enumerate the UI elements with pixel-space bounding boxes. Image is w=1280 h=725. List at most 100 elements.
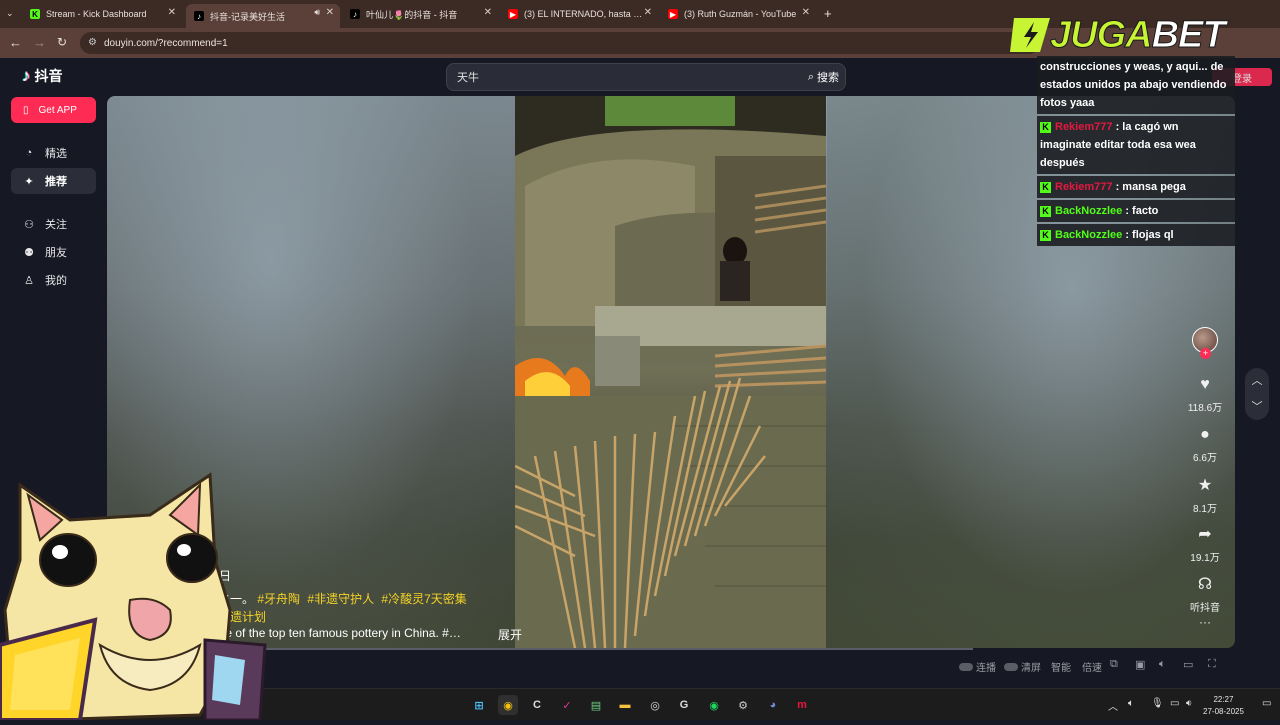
tab-title: (3) Ruth Guzmán - YouTube	[684, 9, 797, 19]
comment-button[interactable]: ● 6.6万	[1183, 426, 1227, 464]
ccleaner-icon[interactable]: C	[527, 695, 547, 715]
sidebar-item-label: 关注	[45, 219, 67, 231]
share-arrow-icon: ➦	[1198, 526, 1212, 543]
douyin-icon: ♪	[350, 9, 360, 19]
file-explorer-icon[interactable]: ▬	[615, 695, 635, 715]
more-button[interactable]: ···	[1183, 615, 1227, 629]
expand-caption-button[interactable]: 展开	[498, 626, 522, 643]
cat-mascot-overlay	[0, 470, 272, 722]
close-tab-icon[interactable]: ✕	[484, 7, 492, 18]
hashtag-link[interactable]: #冷酸灵7天密集	[381, 592, 466, 606]
youtube-icon: ▶	[508, 9, 518, 19]
douyin-logo[interactable]: ♪ 抖音	[22, 66, 63, 86]
tab-youtube-internado[interactable]: ▶ (3) EL INTERNADO, hasta el mó ✕	[500, 4, 658, 24]
windows-start-icon[interactable]: ⊞	[469, 695, 489, 715]
douyin-note-icon: ♪	[22, 66, 31, 85]
app-icon[interactable]: ✓	[557, 695, 577, 715]
chat-message: K BackNozzlee : flojas ql	[1037, 224, 1235, 246]
network-icon[interactable]: ▭	[1170, 698, 1179, 709]
like-count: 118.6万	[1187, 403, 1223, 414]
notification-icon[interactable]: ▭	[1262, 698, 1271, 709]
toggle-switch	[959, 662, 973, 671]
site-info-icon[interactable]: ⚙	[88, 37, 97, 48]
brand-right: BET	[1151, 14, 1226, 57]
hashtag-link[interactable]: #非遗守护人	[307, 592, 374, 606]
show-hidden-icons-icon[interactable]: ︿	[1108, 698, 1118, 713]
speaker-tray-icon[interactable]: 🔈︎	[1128, 698, 1134, 709]
smart-quality-button[interactable]: 智能	[1051, 659, 1071, 674]
speaker-icon[interactable]: 🔊︎	[314, 7, 320, 18]
danmaku-icon[interactable]: ▭	[1183, 658, 1193, 671]
volume-tray-icon[interactable]: 🔉︎	[1186, 698, 1192, 709]
forward-arrow-icon[interactable]: →	[33, 35, 46, 50]
close-tab-icon[interactable]: ✕	[802, 7, 810, 18]
kick-icon: K	[1040, 205, 1051, 217]
close-tab-icon[interactable]: ✕	[644, 7, 652, 18]
new-tab-button[interactable]: +	[824, 6, 832, 21]
sidebar-item-label: 朋友	[45, 247, 67, 259]
discord-icon[interactable]: ◕	[763, 695, 783, 715]
listen-label: 听抖音	[1190, 603, 1220, 614]
tab-title: (3) EL INTERNADO, hasta el mó	[524, 9, 644, 19]
favorite-button[interactable]: ★ 8.1万	[1183, 475, 1227, 515]
fullscreen-icon[interactable]: ⛶	[1208, 658, 1216, 671]
speed-button[interactable]: 倍速	[1082, 659, 1102, 674]
picture-in-picture-icon[interactable]: ⧉	[1110, 658, 1118, 671]
system-clock[interactable]: 22:27 27-08-2025	[1203, 694, 1244, 718]
jugabet-text: JUGABET	[1050, 14, 1227, 57]
next-video-icon[interactable]: ﹀	[1246, 394, 1268, 418]
sidebar-item-featured[interactable]: ◔ 精选	[11, 140, 96, 166]
kick-icon: K	[30, 9, 40, 19]
notepad-icon[interactable]: ▤	[586, 695, 606, 715]
video-frame[interactable]	[515, 96, 826, 648]
tab-douyin-home[interactable]: ♪ 抖音-记录美好生活 🔊︎ ✕	[186, 4, 340, 28]
follow-icon: ⚇	[24, 218, 34, 231]
clear-screen-toggle[interactable]: 清屏	[1004, 659, 1041, 674]
search-input[interactable]: 天牛 ⌕ 搜索	[446, 63, 846, 91]
app-icon[interactable]: G	[674, 695, 694, 715]
steam-icon[interactable]: ⚙	[733, 695, 753, 715]
sidebar-item-friends[interactable]: ⚉ 朋友	[11, 239, 96, 265]
obs-icon[interactable]: ◎	[645, 695, 665, 715]
chat-text: : mansa pega	[1115, 181, 1186, 193]
tab-title: 抖音-记录美好生活	[210, 11, 285, 22]
address-bar[interactable]: ⚙ douyin.com/?recommend=1	[80, 32, 1040, 54]
sidebar-item-follow[interactable]: ⚇ 关注	[11, 211, 96, 237]
close-tab-icon[interactable]: ✕	[326, 7, 334, 18]
like-button[interactable]: ♥ 118.6万	[1183, 376, 1227, 414]
previous-video-icon[interactable]: ︿	[1246, 368, 1268, 392]
share-count: 19.1万	[1190, 553, 1220, 564]
app-icon[interactable]: m	[792, 695, 812, 715]
chat-text: : facto	[1125, 205, 1159, 217]
tab-youtube-ruth[interactable]: ▶ (3) Ruth Guzmán - YouTube ✕	[660, 4, 816, 24]
microphone-icon[interactable]: 🎙︎	[1151, 698, 1164, 709]
share-button[interactable]: ➦ 19.1万	[1183, 524, 1227, 564]
heart-icon: ♥	[1200, 376, 1210, 393]
reload-icon[interactable]: ↻	[57, 35, 67, 49]
profile-icon: ♙	[24, 274, 34, 287]
close-tab-icon[interactable]: ✕	[168, 7, 176, 18]
tab-kick-dashboard[interactable]: K Stream - Kick Dashboard ✕	[22, 4, 182, 24]
get-app-label: Get APP	[38, 104, 77, 116]
chrome-icon[interactable]: ◉	[498, 695, 518, 715]
sidebar-item-profile[interactable]: ♙ 我的	[11, 267, 96, 293]
more-label: ···	[1199, 615, 1211, 629]
tab-search-dropdown[interactable]: ⌄	[6, 8, 14, 19]
chat-username: Rekiem777	[1055, 121, 1113, 133]
douyin-icon: ♪	[194, 11, 204, 21]
pottery-kiln-scene	[515, 96, 826, 648]
sidebar-item-recommend[interactable]: ✦ 推荐	[11, 168, 96, 194]
chat-message: K BackNozzlee : facto	[1037, 200, 1235, 222]
volume-icon[interactable]: 🔈︎	[1159, 658, 1166, 671]
follow-plus-icon[interactable]: +	[1200, 348, 1211, 359]
search-button[interactable]: ⌕ 搜索	[808, 69, 839, 85]
pip-window-icon[interactable]: ▣	[1135, 658, 1145, 671]
spotify-icon[interactable]: ◉	[704, 695, 724, 715]
back-arrow-icon[interactable]: ←	[9, 35, 22, 50]
chat-text: : flojas ql	[1125, 229, 1174, 241]
get-app-button[interactable]: ▯ Get APP	[11, 97, 96, 123]
chat-message: K Rekiem777 : la cagó wn imaginate editar…	[1037, 116, 1235, 174]
tab-douyin-profile[interactable]: ♪ 叶仙儿🌷的抖音 - 抖音 ✕	[342, 4, 498, 24]
listen-button[interactable]: ☊ 听抖音	[1183, 574, 1227, 614]
autoplay-toggle[interactable]: 连播	[959, 659, 996, 674]
